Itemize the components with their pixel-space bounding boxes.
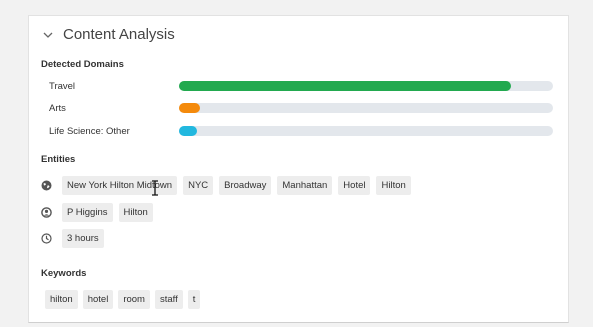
chevron-down-icon: [43, 32, 53, 38]
domain-bar-fill: [179, 126, 197, 136]
user-circle-icon: [41, 207, 52, 218]
panel-header-toggle[interactable]: Content Analysis: [43, 26, 175, 43]
entity-tag[interactable]: Manhattan: [277, 176, 333, 195]
clock-icon: [41, 233, 52, 244]
entity-tag[interactable]: Hilton: [118, 203, 153, 222]
domain-row-travel: Travel: [49, 80, 554, 92]
domain-bar-track: [179, 126, 553, 136]
domain-bar-track: [179, 103, 553, 113]
entity-tag[interactable]: New York Hilton Midtown: [62, 176, 178, 195]
entity-tag[interactable]: P Higgins: [62, 203, 113, 222]
keywords-heading: Keywords: [41, 268, 87, 279]
domain-bar-track: [179, 81, 553, 91]
keyword-tag[interactable]: room: [118, 290, 150, 309]
entity-tag[interactable]: Broadway: [219, 176, 272, 195]
keyword-tag[interactable]: staff: [154, 290, 183, 309]
domain-label: Travel: [49, 80, 76, 92]
domain-bar-fill: [179, 103, 200, 113]
keyword-list: hilton hotel room staff t: [45, 290, 201, 309]
keyword-tag[interactable]: hilton: [45, 290, 78, 309]
panel-title: Content Analysis: [63, 26, 175, 43]
entities-heading: Entities: [41, 154, 76, 165]
detected-domains-heading: Detected Domains: [41, 59, 124, 70]
domain-label: Life Science: Other: [49, 125, 130, 137]
entity-tag[interactable]: 3 hours: [62, 229, 104, 248]
keyword-tag[interactable]: t: [187, 290, 201, 309]
domain-row-life-science: Life Science: Other: [49, 125, 554, 137]
entity-group-places: New York Hilton Midtown NYC Broadway Man…: [41, 176, 411, 195]
domain-row-arts: Arts: [49, 102, 554, 114]
entity-tag[interactable]: NYC: [183, 176, 214, 195]
entity-tag[interactable]: Hotel: [338, 176, 371, 195]
entity-tag[interactable]: Hilton: [376, 176, 411, 195]
domain-label: Arts: [49, 102, 66, 114]
keyword-tag[interactable]: hotel: [82, 290, 114, 309]
globe-icon: [41, 180, 52, 191]
domain-bar-fill: [179, 81, 512, 91]
entity-group-time: 3 hours: [41, 229, 104, 248]
content-analysis-panel: Content Analysis Detected Domains Travel…: [28, 15, 569, 323]
entity-group-people: P Higgins Hilton: [41, 203, 153, 222]
